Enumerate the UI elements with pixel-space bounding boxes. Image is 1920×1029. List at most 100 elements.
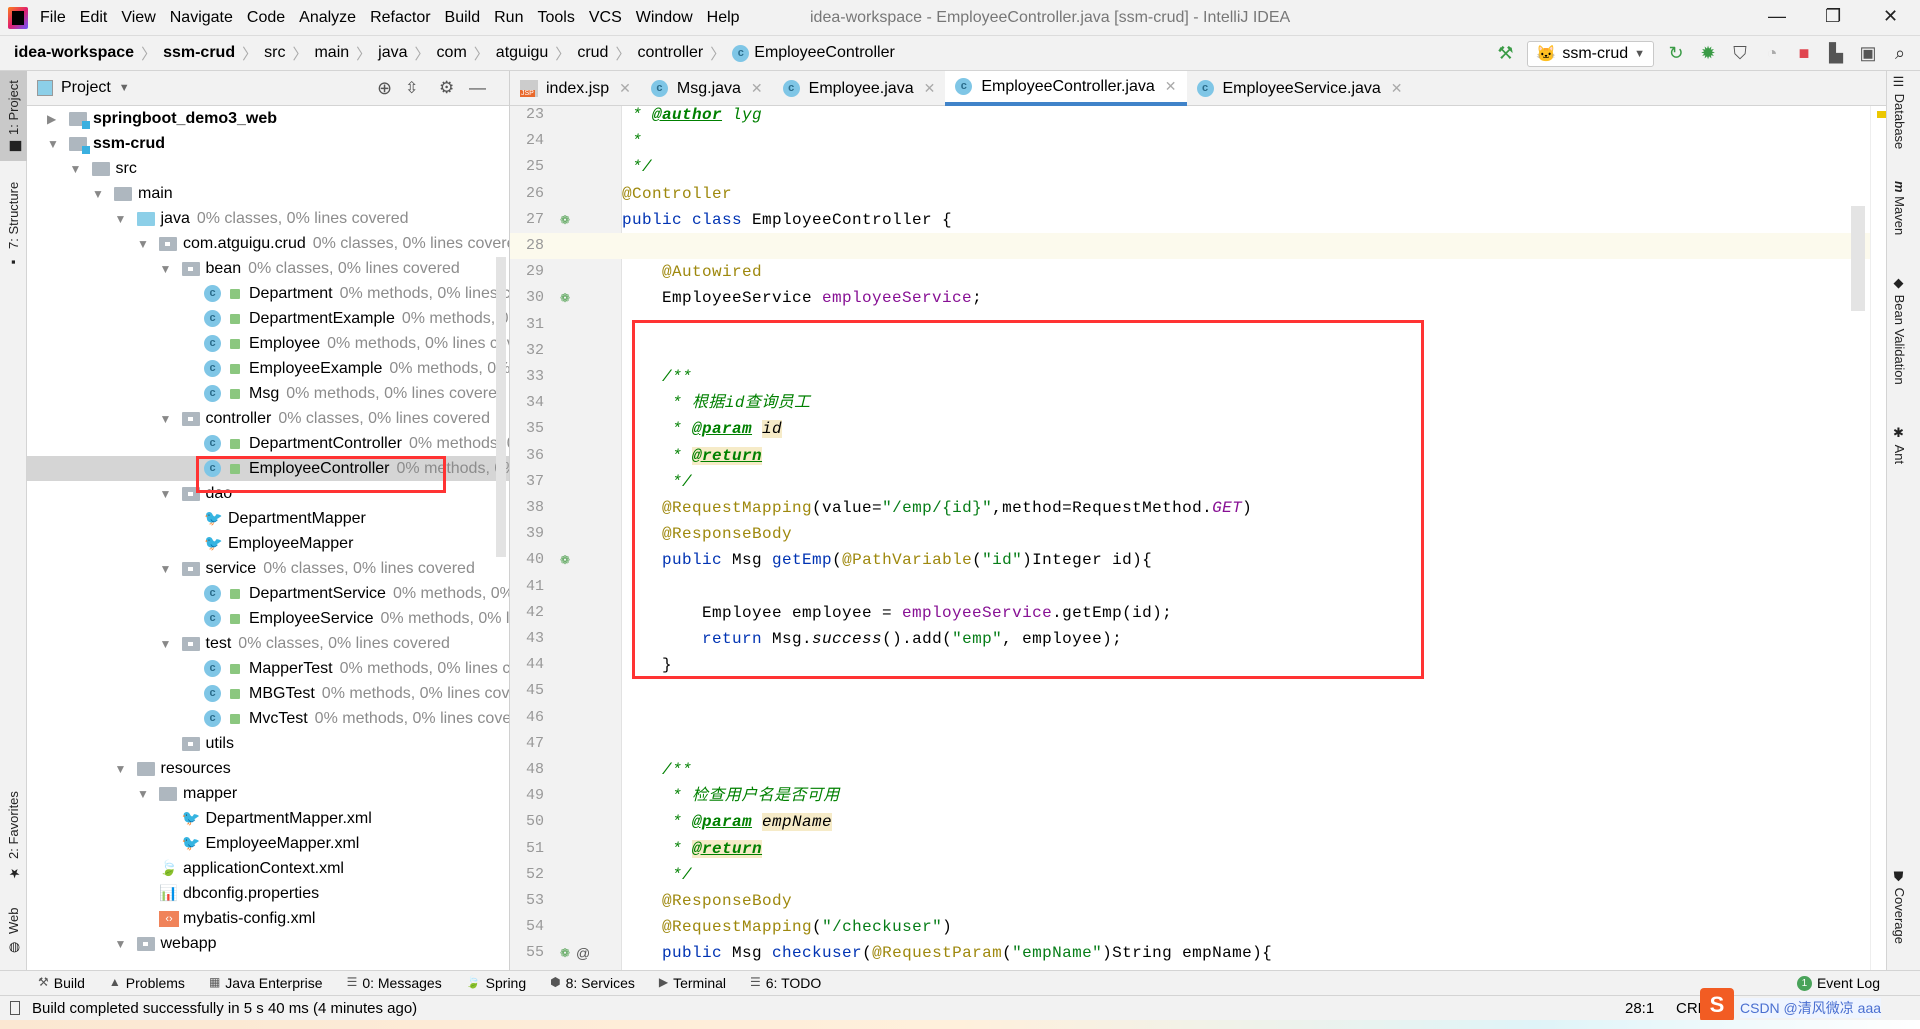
tree-item[interactable]: c MBGTest 0% methods, 0% lines covered <box>27 681 509 706</box>
tree-item[interactable]: ▼ controller 0% classes, 0% lines covered <box>27 406 509 431</box>
tool-problems[interactable]: ▲ Problems <box>109 975 185 991</box>
gear-icon[interactable]: ⚙ <box>439 78 454 98</box>
chevron-down-icon[interactable]: ▼ <box>160 487 182 501</box>
chevron-down-icon[interactable]: ▼ <box>92 187 114 201</box>
tree-item[interactable]: 🐦 DepartmentMapper <box>27 506 509 531</box>
menu-tools[interactable]: Tools <box>537 9 574 27</box>
collapse-all-icon[interactable]: ⇳ <box>405 78 418 98</box>
chevron-down-icon[interactable]: ▼ <box>137 787 159 801</box>
tab-ant[interactable]: ✱ Ant <box>1892 426 1907 464</box>
spring-bean-icon[interactable]: ❁ <box>560 547 570 573</box>
tree-item[interactable]: c MapperTest 0% methods, 0% lines covered <box>27 656 509 681</box>
search-icon[interactable]: ⌕ <box>1890 43 1910 64</box>
tab-maven[interactable]: m Maven <box>1892 181 1907 235</box>
breadcrumb-item[interactable]: idea-workspace 〉 <box>14 43 163 64</box>
run-config-dropdown[interactable]: 🐱 ssm-crud ▼ <box>1527 40 1654 67</box>
tree-item[interactable]: ▼ bean 0% classes, 0% lines covered <box>27 256 509 281</box>
tab-index-jsp[interactable]: index.jsp ✕ <box>510 71 641 106</box>
chevron-down-icon[interactable]: ▼ <box>115 212 137 226</box>
tree-item[interactable]: c DepartmentController 0% methods, 0% line… <box>27 431 509 456</box>
breadcrumb-item[interactable]: atguigu 〉 <box>496 43 578 64</box>
chevron-down-icon[interactable]: ▼ <box>115 762 137 776</box>
menu-window[interactable]: Window <box>636 9 693 27</box>
menu-file[interactable]: File <box>40 9 66 27</box>
menu-edit[interactable]: Edit <box>80 9 108 27</box>
tree-item[interactable]: ▼ mapper <box>27 781 509 806</box>
tree-item[interactable]: 🐦 EmployeeMapper <box>27 531 509 556</box>
rerun-icon[interactable]: ↻ <box>1666 43 1686 64</box>
chevron-down-icon[interactable]: ▼ <box>160 412 182 426</box>
tree-item[interactable]: c EmployeeService 0% methods, 0% lines cov… <box>27 606 509 631</box>
tree-item[interactable]: ▼ dao <box>27 481 509 506</box>
tree-item[interactable]: ▼ webapp <box>27 931 509 956</box>
menu-vcs[interactable]: VCS <box>589 9 622 27</box>
spring-bean-icon[interactable]: ❁ <box>560 285 570 311</box>
close-tab-icon[interactable]: ✕ <box>1391 80 1403 97</box>
tree-item[interactable]: c MvcTest 0% methods, 0% lines covered <box>27 706 509 731</box>
tab-msg-java[interactable]: c Msg.java ✕ <box>641 71 773 106</box>
breadcrumb-item[interactable]: main 〉 <box>314 43 378 64</box>
spring-bean-icon[interactable]: ❁ <box>560 940 570 966</box>
debug-icon[interactable]: ✹ <box>1698 43 1718 64</box>
tool-spring[interactable]: 🍃 Spring <box>466 975 526 991</box>
menu-navigate[interactable]: Navigate <box>170 9 233 27</box>
profile-icon[interactable]: ◔ <box>1762 43 1782 64</box>
caret-position[interactable]: 28:1 <box>1625 1000 1654 1017</box>
presentation-icon[interactable]: ▣ <box>1858 43 1878 64</box>
tree-item[interactable]: c Department 0% methods, 0% lines covered <box>27 281 509 306</box>
spring-bean-icon[interactable]: ❁ <box>560 207 570 233</box>
tree-item[interactable]: c DepartmentService 0% methods, 0% lines c… <box>27 581 509 606</box>
restore-button[interactable]: ❐ <box>1825 6 1841 27</box>
event-log-button[interactable]: 1 Event Log <box>1796 975 1880 991</box>
tree-item[interactable]: 📊 dbconfig.properties <box>27 881 509 906</box>
tab-employeecontroller-java[interactable]: c EmployeeController.java ✕ <box>945 71 1187 106</box>
tool-0-messages[interactable]: ☰ 0: Messages <box>347 975 442 991</box>
tree-item[interactable]: c EmployeeController 0% methods, 0% lines … <box>27 456 509 481</box>
chevron-down-icon[interactable]: ▼ <box>47 137 69 151</box>
tree-item[interactable]: 🍃 applicationContext.xml <box>27 856 509 881</box>
tree-item[interactable]: ▼ src <box>27 156 509 181</box>
tree-item[interactable]: ‹› mybatis-config.xml <box>27 906 509 931</box>
editor-scrollbar[interactable] <box>1851 206 1865 311</box>
stop-icon[interactable]: ■ <box>1794 43 1814 64</box>
chevron-down-icon[interactable]: ▼ <box>137 237 159 251</box>
hide-icon[interactable]: — <box>469 78 486 98</box>
tree-item[interactable]: ▼ main <box>27 181 509 206</box>
chevron-down-icon[interactable]: ▼ <box>115 937 137 951</box>
chevron-down-icon[interactable]: ▼ <box>160 637 182 651</box>
tab-employee-java[interactable]: c Employee.java ✕ <box>773 71 946 106</box>
close-tab-icon[interactable]: ✕ <box>619 80 631 97</box>
menu-run[interactable]: Run <box>494 9 523 27</box>
breadcrumb-item[interactable]: ssm-crud 〉 <box>163 43 264 64</box>
close-tab-icon[interactable]: ✕ <box>751 80 763 97</box>
tree-item[interactable]: utils <box>27 731 509 756</box>
menu-analyze[interactable]: Analyze <box>299 9 356 27</box>
breadcrumb-item[interactable]: c EmployeeController <box>732 43 895 64</box>
tab-coverage[interactable]: ⛊ Coverage <box>1892 871 1907 944</box>
chevron-down-icon[interactable]: ▼ <box>160 562 182 576</box>
close-window-button[interactable]: ✕ <box>1883 6 1898 27</box>
project-view-label[interactable]: Project <box>61 79 111 97</box>
tree-item[interactable]: ▼ ssm-crud <box>27 131 509 156</box>
locate-icon[interactable]: ⊕ <box>377 78 392 99</box>
tree-item[interactable]: ▼ resources <box>27 756 509 781</box>
tree-item[interactable]: c EmployeeExample 0% methods, 0% lines cov… <box>27 356 509 381</box>
tab-bean-validation[interactable]: ◆ Bean Validation <box>1892 276 1907 385</box>
chevron-down-icon[interactable]: ▼ <box>119 82 130 94</box>
build-hammer-icon[interactable]: ⚒ <box>1495 43 1515 64</box>
close-tab-icon[interactable]: ✕ <box>1165 78 1177 95</box>
at-icon[interactable]: @ <box>576 940 590 966</box>
breadcrumb-item[interactable]: com 〉 <box>437 43 496 64</box>
breadcrumb-item[interactable]: controller 〉 <box>637 43 732 64</box>
chevron-down-icon[interactable]: ▼ <box>70 162 92 176</box>
tool-terminal[interactable]: ▶ Terminal <box>659 975 726 991</box>
tab-database[interactable]: ☰ Database <box>1892 75 1907 149</box>
tree-item[interactable]: c Msg 0% methods, 0% lines covered <box>27 381 509 406</box>
breadcrumb-item[interactable]: crud 〉 <box>577 43 637 64</box>
menu-build[interactable]: Build <box>445 9 481 27</box>
code-editor[interactable]: * @author lyg * */ @Controller public clas… <box>622 106 1870 970</box>
tab-project[interactable]: ▆ 1: Project <box>0 71 27 161</box>
coverage-run-icon[interactable]: ⛉ <box>1730 43 1750 64</box>
menu-refactor[interactable]: Refactor <box>370 9 430 27</box>
tool-build[interactable]: ⚒ Build <box>38 975 85 991</box>
